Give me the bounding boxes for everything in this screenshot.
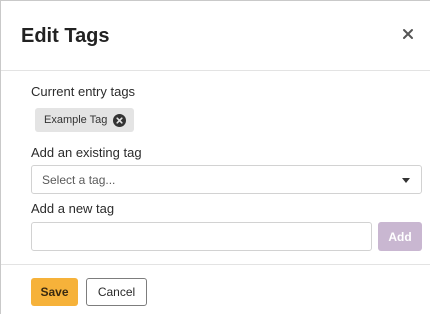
cancel-button[interactable]: Cancel xyxy=(86,278,147,306)
existing-tag-placeholder: Select a tag... xyxy=(42,173,116,187)
caret-down-icon xyxy=(402,178,410,183)
modal-title: Edit Tags xyxy=(21,25,110,47)
edit-tags-modal: Edit Tags Current entry tags Example Tag… xyxy=(0,0,430,314)
existing-tag-label: Add an existing tag xyxy=(31,145,142,160)
save-button[interactable]: Save xyxy=(31,278,78,306)
tag-chip-label: Example Tag xyxy=(44,114,108,126)
new-tag-input[interactable] xyxy=(31,222,372,251)
new-tag-label: Add a new tag xyxy=(31,201,115,216)
current-tags-label: Current entry tags xyxy=(31,84,136,99)
remove-tag-icon xyxy=(113,113,127,127)
existing-tag-select[interactable]: Select a tag... xyxy=(31,165,422,194)
close-icon xyxy=(403,29,413,39)
remove-tag-button[interactable] xyxy=(113,113,127,127)
close-button[interactable] xyxy=(400,25,416,43)
tag-chip: Example Tag xyxy=(35,108,135,132)
modal-header: Edit Tags xyxy=(1,1,430,71)
modal-footer: Save Cancel xyxy=(1,264,430,314)
add-tag-button[interactable]: Add xyxy=(378,222,422,251)
